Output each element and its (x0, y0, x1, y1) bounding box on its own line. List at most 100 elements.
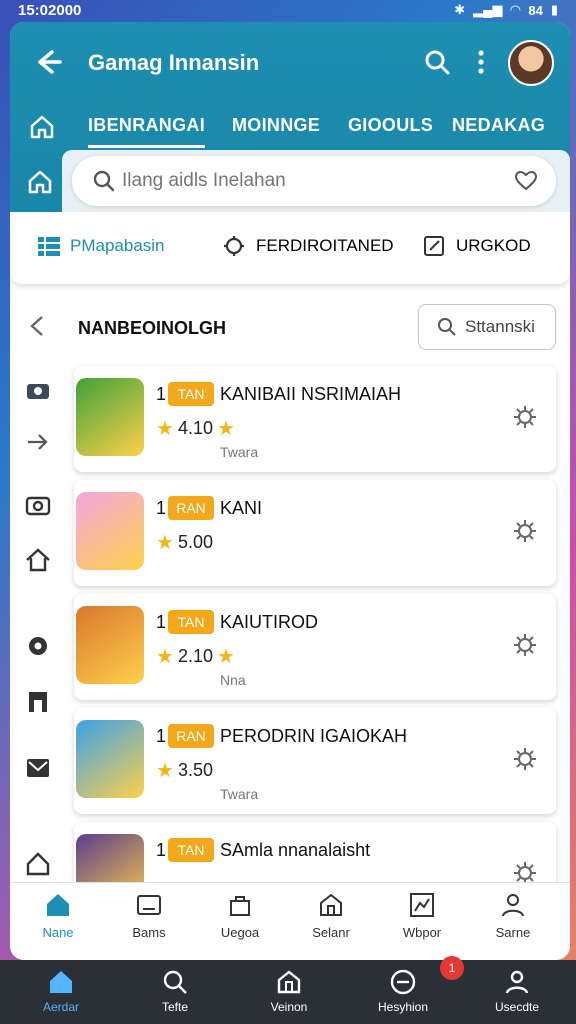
gear-icon[interactable] (512, 746, 538, 772)
gear-icon[interactable] (512, 404, 538, 430)
segment-urgkod[interactable]: URGKOD (422, 234, 531, 258)
bookmark-icon[interactable] (24, 688, 52, 716)
system-nav-item[interactable]: Usecdte (472, 968, 562, 1014)
system-nav-item[interactable]: Aerdar (16, 968, 106, 1014)
tab-moinnge[interactable]: MOINNGE (232, 115, 320, 136)
bottom-nav-item[interactable]: Uegoa (200, 891, 280, 940)
chevron-left-icon[interactable] (24, 312, 52, 340)
star-icon: ★ (156, 532, 174, 554)
game-name: KAIUTIROD (220, 612, 319, 632)
game-badge: TAN (168, 610, 214, 634)
settings-icon[interactable] (24, 632, 52, 660)
game-card[interactable]: 1 RAN PERODRIN IGAIOKAH ★ 3.50 Twara (74, 708, 556, 814)
bottom-nav-item[interactable]: Sarne (473, 891, 553, 940)
heart-icon[interactable] (514, 169, 538, 193)
avatar[interactable] (508, 40, 554, 86)
chart-icon (410, 893, 434, 917)
wifi-icon: ◠ (510, 2, 521, 17)
arrow-right-icon[interactable] (24, 428, 52, 456)
bottom-nav-label: Bams (132, 925, 166, 940)
camera-icon[interactable] (24, 376, 52, 404)
header-top-bar: Gamag Innansin (10, 40, 570, 86)
system-nav-label: Hesyhion (377, 1000, 429, 1014)
rating-value: 3.50 (177, 760, 213, 780)
bottom-nav-item[interactable]: Bams (109, 891, 189, 940)
search-icon[interactable] (423, 48, 451, 76)
bottom-nav-item[interactable]: Wbpor (382, 891, 462, 940)
gear-icon[interactable] (512, 632, 538, 658)
segment-pmapabasin[interactable]: PMapabasin (36, 234, 165, 258)
game-thumbnail[interactable] (76, 606, 144, 684)
home-icon (47, 894, 69, 916)
search-row (10, 150, 570, 216)
star-icon: ★ (156, 646, 174, 668)
bottom-nav-item[interactable]: Selanr (291, 891, 371, 940)
game-name: KANI (220, 498, 263, 518)
rating-value: 2.10 (177, 646, 213, 666)
game-rank: 1 (156, 384, 167, 404)
game-rank: 1 (156, 498, 167, 518)
game-name: KANIBAII NSRIMAIAH (220, 384, 402, 404)
game-badge: TAN (168, 382, 214, 406)
search-input[interactable] (122, 166, 482, 196)
game-badge: TAN (168, 838, 214, 862)
status-indicators: ✱ ▂▄▆ ◠ 84 ▮ (454, 2, 558, 18)
tab-giouls[interactable]: GIOOULS (348, 115, 433, 136)
content-header: NANBEOINOLGH Sttannski (66, 302, 570, 362)
mail-icon[interactable] (24, 754, 52, 782)
segment-label: PMapabasin (70, 236, 165, 255)
tab-ibenrangai[interactable]: IBENRANGAI (88, 115, 206, 148)
bag-icon (230, 896, 250, 916)
camera-outline-icon[interactable] (24, 492, 52, 520)
home-icon[interactable] (28, 113, 56, 141)
game-thumbnail[interactable] (76, 492, 144, 570)
sort-button[interactable]: Sttannski (418, 304, 556, 350)
search-icon (93, 170, 115, 192)
person-icon (505, 970, 529, 994)
gear-icon[interactable] (512, 518, 538, 544)
game-badge: RAN (168, 496, 214, 520)
bottom-nav-label: Nane (42, 925, 74, 940)
game-thumbnail[interactable] (76, 378, 144, 456)
image-icon (137, 895, 161, 915)
house-icon[interactable] (24, 546, 52, 574)
home-icon[interactable] (26, 168, 54, 196)
system-nav-label: Usecdte (494, 1000, 540, 1014)
system-nav: Aerdar Tefte Veinon Hesyhion 1 Usecdte (0, 956, 576, 1024)
app-header: Gamag Innansin IBENRANGAI MOINNGE GIOOUL… (10, 22, 570, 216)
bottom-nav-label: Wbpor (402, 925, 442, 940)
game-subtitle: Twara (220, 786, 259, 802)
game-name: PERODRIN IGAIOKAH (220, 726, 408, 746)
system-nav-item[interactable]: Tefte (130, 968, 220, 1014)
system-nav-item[interactable]: Hesyhion (358, 968, 448, 1014)
game-card[interactable]: 1 RAN KANI ★ 5.00 (74, 480, 556, 586)
segment-label: FERDIROITANED (256, 236, 394, 255)
game-rating: ★ 4.10 ★ (156, 416, 235, 441)
bottom-nav-item[interactable]: Nane (18, 891, 98, 940)
game-rating: ★ 5.00 (156, 530, 213, 555)
home-icon (50, 971, 72, 993)
star-icon: ★ (156, 418, 174, 440)
segment-ferdiroitaned[interactable]: FERDIROITANED (222, 234, 394, 258)
segment-label: URGKOD (456, 236, 531, 255)
search-box[interactable] (72, 156, 556, 206)
star-icon: ★ (216, 418, 235, 440)
game-thumbnail[interactable] (76, 720, 144, 798)
battery-icon: ▮ (550, 2, 558, 17)
status-time: 15:02000 (18, 1, 82, 19)
more-vertical-icon[interactable] (476, 48, 486, 76)
rating-value: 5.00 (177, 532, 213, 552)
system-nav-item[interactable]: Veinon (244, 968, 334, 1014)
game-card[interactable]: 1 TAN KANIBAII NSRIMAIAH ★ 4.10 ★ Twara (74, 366, 556, 472)
edit-icon (424, 236, 444, 256)
compass-icon (390, 969, 416, 995)
home-outline-icon[interactable] (24, 850, 52, 878)
game-card[interactable]: 1 TAN KAIUTIROD ★ 2.10 ★ Nna (74, 594, 556, 700)
tab-nedakag[interactable]: NEDAKAG (452, 115, 545, 136)
back-arrow-icon[interactable] (32, 46, 64, 78)
rating-value: 4.10 (177, 418, 213, 438)
system-nav-label: Aerdar (42, 1000, 80, 1014)
section-title: NANBEOINOLGH (78, 318, 226, 338)
app-title: Gamag Innansin (88, 50, 260, 75)
status-bar: 15:02000 ✱ ▂▄▆ ◠ 84 ▮ (0, 0, 576, 20)
